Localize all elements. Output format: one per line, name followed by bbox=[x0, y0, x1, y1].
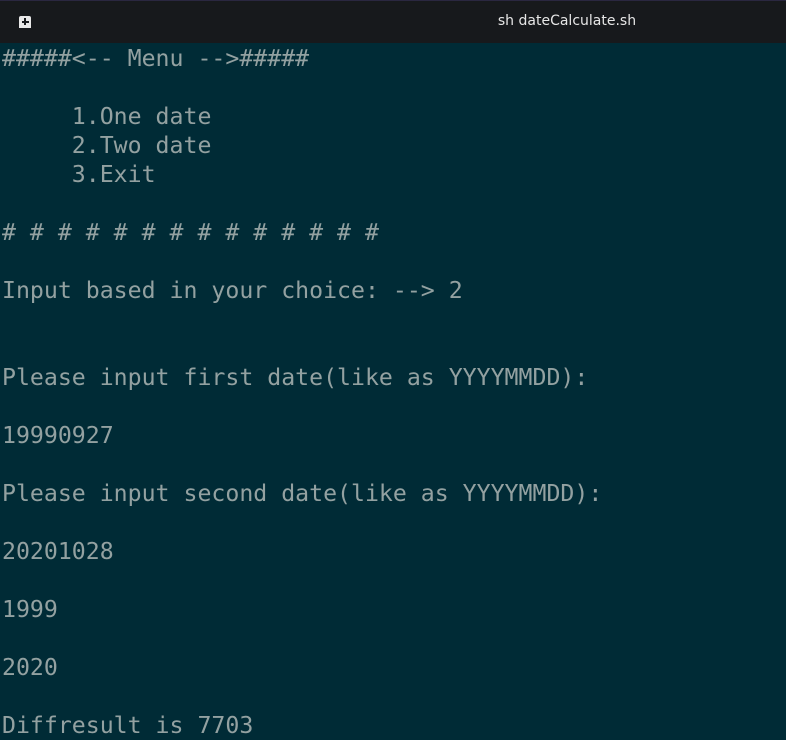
window-title: sh dateCalculate.sh bbox=[497, 13, 637, 29]
title-bar: sh dateCalculate.sh bbox=[0, 0, 786, 43]
terminal-line: 1.One date bbox=[2, 103, 212, 130]
terminal-output[interactable]: #####<-- Menu -->##### 1.One date 2.Two … bbox=[2, 44, 602, 740]
terminal-line: Diffresult is 7703 bbox=[2, 712, 254, 739]
terminal-line: Input based in your choice: --> 2 bbox=[2, 277, 463, 304]
terminal-line: 2020 bbox=[2, 654, 58, 681]
terminal-line: Please input second date(like as YYYYMMD… bbox=[2, 480, 603, 507]
terminal-line: #####<-- Menu -->##### bbox=[2, 45, 310, 72]
terminal-line: 2.Two date bbox=[2, 132, 212, 159]
terminal-line: 3.Exit bbox=[2, 161, 156, 188]
terminal-line: # # # # # # # # # # # # # # bbox=[2, 219, 379, 246]
terminal-line: 20201028 bbox=[2, 538, 114, 565]
terminal-line: Please input first date(like as YYYYMMDD… bbox=[2, 364, 589, 391]
terminal-line: 1999 bbox=[2, 596, 58, 623]
terminal-line: 19990927 bbox=[2, 422, 114, 449]
